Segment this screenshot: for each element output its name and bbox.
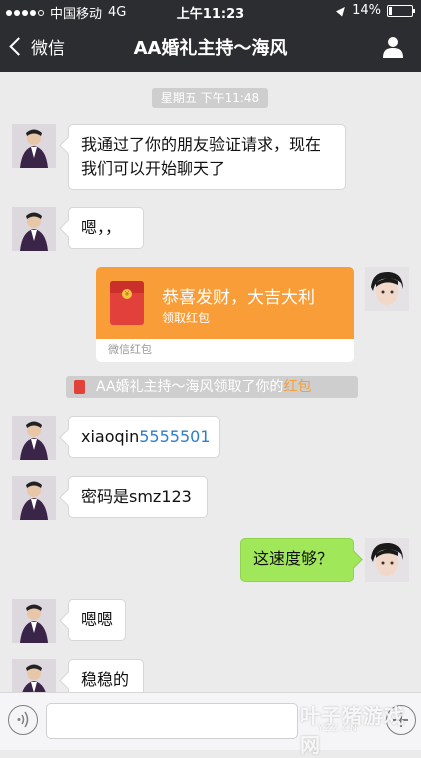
contact-avatar[interactable] (12, 207, 56, 251)
system-notice: AA婚礼主持～海风领取了你的红包 (66, 376, 358, 398)
message-text: 我通过了你的朋友验证请求，现在我们可以开始聊天了 (81, 135, 322, 178)
my-avatar[interactable] (365, 267, 409, 311)
red-packet-link[interactable]: 红包 (284, 379, 312, 395)
chat-area[interactable]: 星期五 下午11:48 我通过了你的朋友验证请求，现在我们可以开始聊天了 嗯，，… (0, 72, 421, 703)
message-text: 稳稳的 (81, 670, 130, 689)
message-bubble[interactable]: xiaoqin5555501 (68, 416, 220, 458)
voice-input-button[interactable] (8, 705, 38, 735)
message-bubble[interactable]: 密码是smz123 (68, 476, 208, 518)
message-bubble[interactable]: 嗯嗯 (68, 599, 126, 641)
message-timestamp: 星期五 下午11:48 (152, 88, 268, 108)
message-text: 密码是smz123 (81, 487, 192, 506)
message-input[interactable] (46, 703, 298, 739)
message-bubble[interactable]: 我通过了你的朋友验证请求，现在我们可以开始聊天了 (68, 124, 346, 190)
red-packet-icon: ¥ (110, 281, 144, 325)
watermark: 叶子猪游戏网 YZZ.CN (300, 700, 421, 758)
chat-title: AA婚礼主持～海风 (133, 38, 288, 59)
message-bubble[interactable]: 嗯，， (68, 207, 144, 249)
watermark-url: YZZ.CN (318, 724, 358, 734)
red-packet-title: 恭喜发财，大吉大利 (162, 288, 315, 308)
battery-percent: 14% (352, 3, 381, 18)
status-bar: 中国移动 4G 上午11:23 14% (0, 0, 421, 22)
message-text: xiaoqin (81, 427, 140, 446)
red-packet-icon (74, 380, 85, 394)
my-message-bubble[interactable]: 这速度够？ (240, 538, 354, 582)
nav-bar: 微信 AA婚礼主持～海风 (0, 22, 421, 72)
contact-avatar[interactable] (12, 124, 56, 168)
contact-avatar[interactable] (12, 416, 56, 460)
red-packet-subtitle: 领取红包 (162, 311, 211, 325)
red-packet-footer: 微信红包 (108, 343, 152, 356)
my-avatar[interactable] (365, 538, 409, 582)
phone-number-link[interactable]: 5555501 (139, 427, 210, 446)
voice-icon (17, 711, 29, 728)
contact-avatar[interactable] (12, 599, 56, 643)
contact-profile-icon[interactable] (383, 36, 403, 58)
location-icon (336, 4, 349, 17)
message-text: 嗯嗯 (81, 610, 114, 629)
system-notice-text: AA婚礼主持～海风领取了你的 (96, 379, 284, 395)
battery-icon (387, 4, 415, 17)
message-text: 嗯，， (81, 218, 122, 237)
contact-avatar[interactable] (12, 476, 56, 520)
red-packet-message[interactable]: ¥ 恭喜发财，大吉大利 领取红包 微信红包 (96, 267, 354, 362)
message-text: 这速度够？ (253, 549, 334, 568)
